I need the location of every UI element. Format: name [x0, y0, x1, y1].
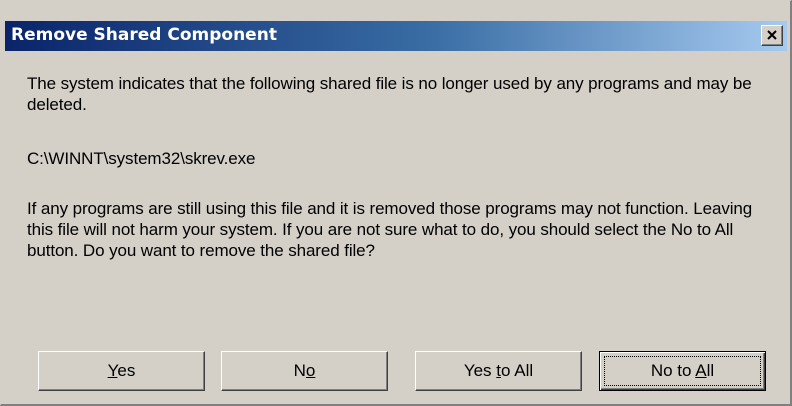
no-to-all-label-accelerator: A [695, 361, 707, 380]
no-to-all-label-pre: No to [650, 361, 696, 380]
yes-to-all-label-post: o All [501, 361, 534, 380]
yes-button[interactable]: Yes [38, 351, 205, 391]
close-icon [767, 30, 777, 40]
yes-to-all-button[interactable]: Yes to All [415, 351, 582, 391]
no-label-pre: N [293, 361, 306, 380]
close-button[interactable] [761, 25, 783, 46]
remove-shared-component-dialog: Remove Shared Component The system indic… [0, 0, 792, 406]
message-text-2: If any programs are still using this fil… [27, 199, 753, 260]
no-to-all-button[interactable]: No to All [599, 351, 766, 391]
no-to-all-label-post: ll [706, 361, 715, 380]
yes-to-all-button-label: Yes to All [464, 361, 533, 380]
no-button[interactable]: No [221, 351, 388, 391]
yes-to-all-label-pre: Yes [463, 361, 497, 380]
yes-button-label: Yes [108, 361, 136, 380]
no-button-label: No [294, 361, 316, 380]
no-to-all-button-label: No to All [651, 361, 714, 380]
dialog-title: Remove Shared Component [11, 25, 277, 45]
no-label-accelerator: o [305, 361, 316, 380]
message-text-1: The system indicates that the following … [27, 74, 752, 114]
title-bar[interactable]: Remove Shared Component [5, 21, 787, 51]
yes-label-accelerator: Y [107, 361, 118, 380]
yes-label-post: es [117, 361, 136, 380]
shared-file-path: C:\WINNT\system32\skrev.exe [27, 149, 256, 168]
